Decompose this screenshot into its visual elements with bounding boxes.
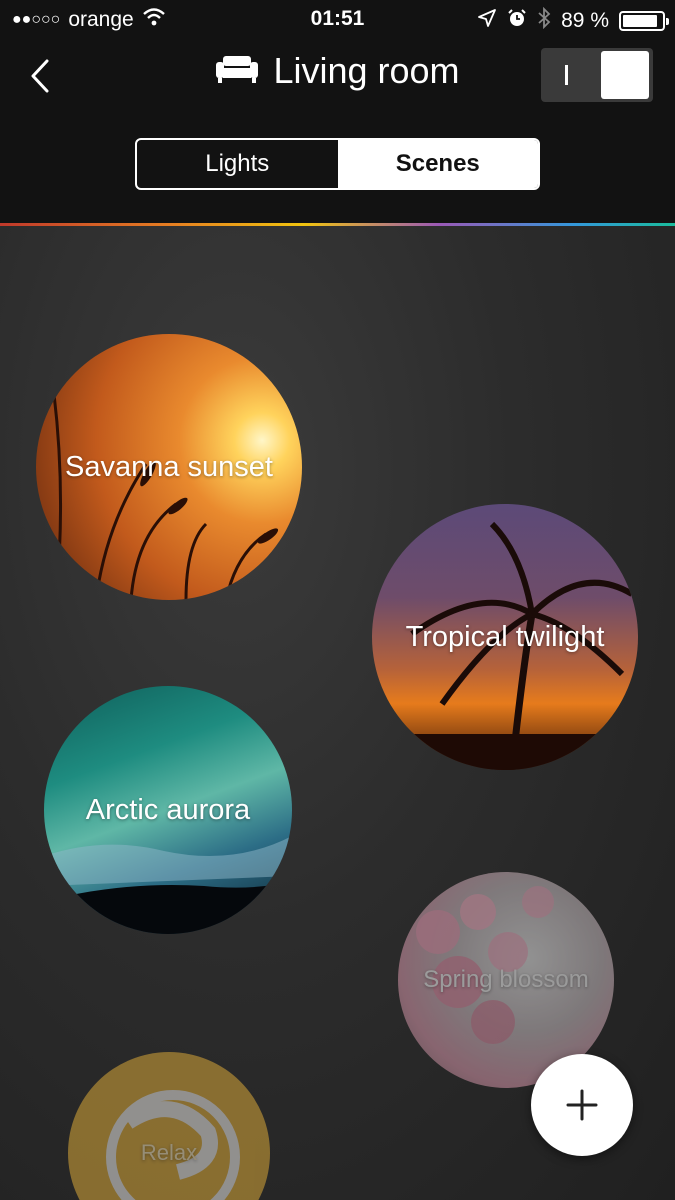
scene-relax[interactable]: Relax [68,1052,270,1200]
status-bar: ●●○○○ orange 01:51 89 % [0,0,675,38]
power-toggle[interactable] [541,48,653,102]
tab-lights[interactable]: Lights [137,140,338,188]
alarm-icon [507,8,527,34]
toggle-knob [601,51,649,99]
view-segmented-control: Lights Scenes [135,138,540,190]
battery-percentage: 89 % [561,9,609,32]
relax-swirl-image [106,1090,240,1200]
scene-label: Tropical twilight [405,620,605,653]
scene-label: Relax [140,1140,198,1165]
scene-label: Savanna sunset [65,450,273,483]
sofa-icon [215,54,259,89]
page-title: Living room [273,50,460,91]
location-arrow-icon [477,8,497,34]
scene-label: Arctic aurora [85,793,251,826]
scene-savanna-sunset[interactable]: Savanna sunset [36,334,302,600]
scene-arctic-aurora[interactable]: Arctic aurora [44,686,292,934]
battery-icon [619,11,669,31]
add-scene-button[interactable] [531,1054,633,1156]
scene-label: Spring blossom [423,966,589,993]
header: Living room Lights Scenes [0,38,675,225]
tab-scenes[interactable]: Scenes [337,140,538,188]
scene-tropical-twilight[interactable]: Tropical twilight [372,504,638,770]
bluetooth-icon [537,6,551,35]
status-bar-right: 89 % [477,6,669,35]
toggle-on-mark [565,65,568,85]
plus-icon [566,1089,598,1121]
